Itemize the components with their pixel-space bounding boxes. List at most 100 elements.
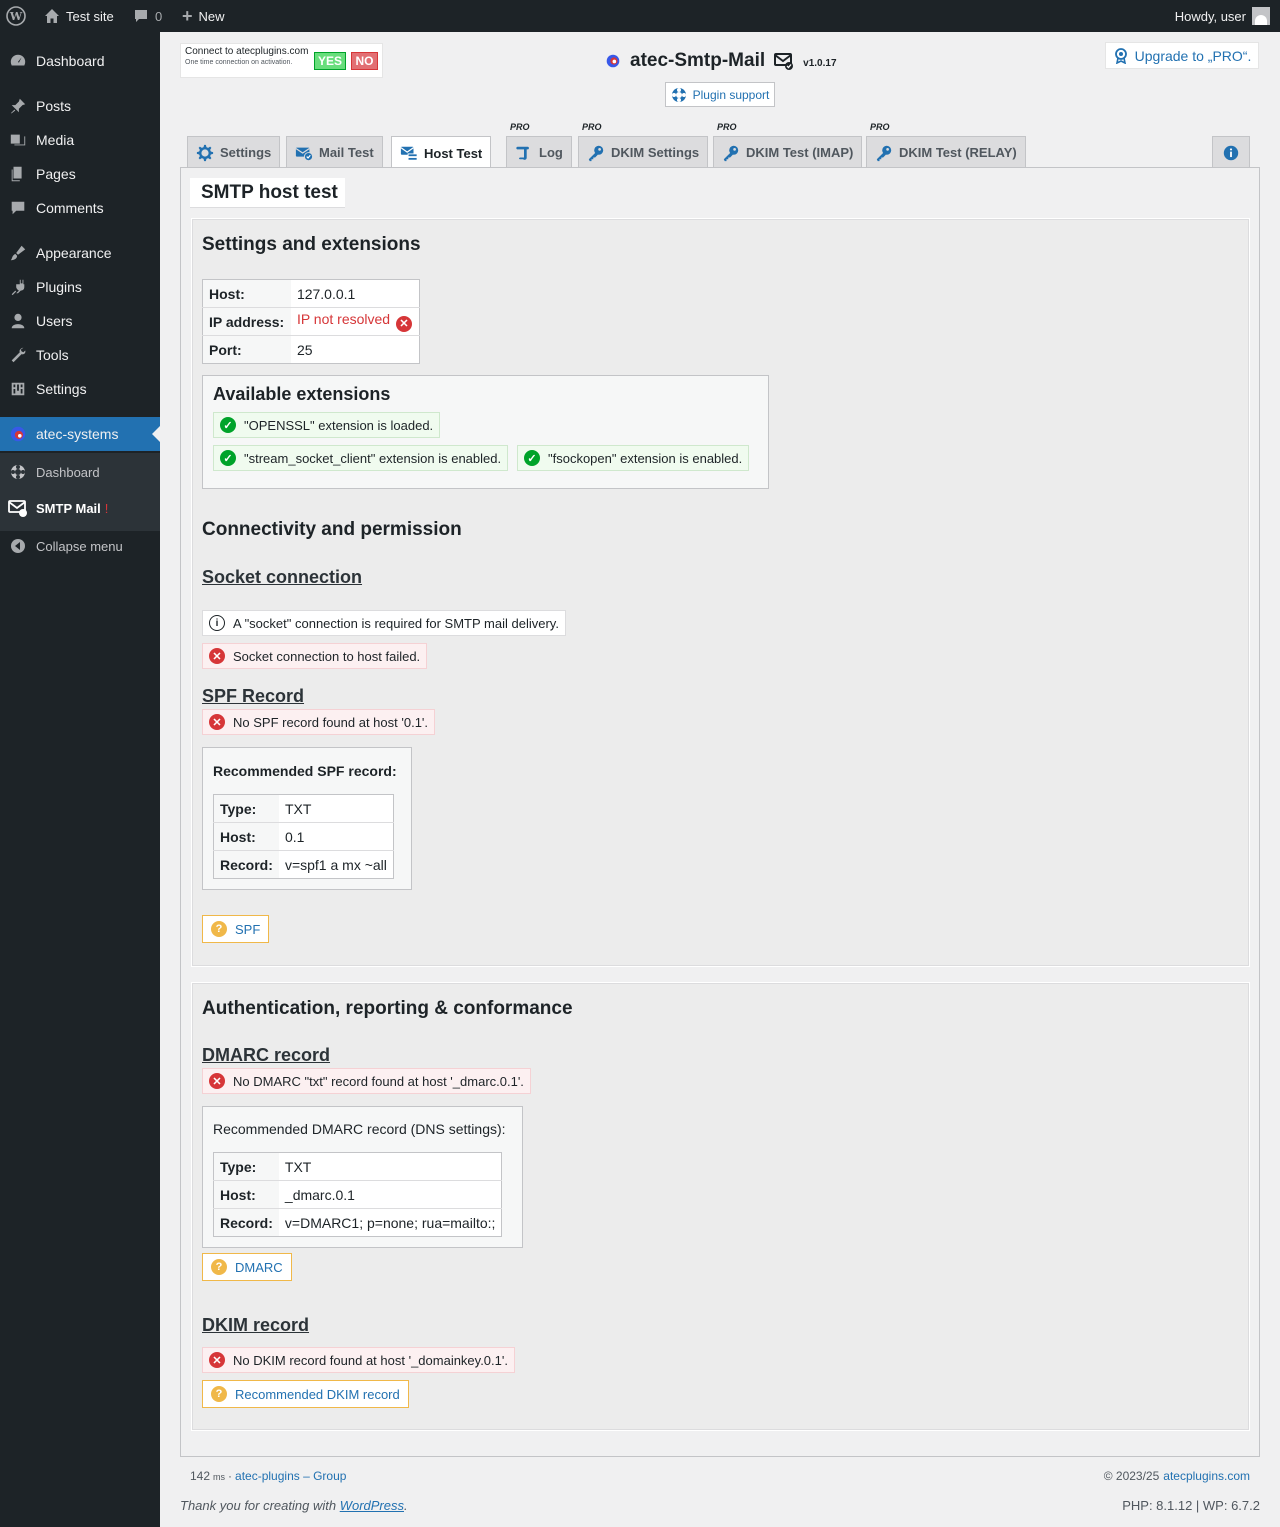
howdy-text: Howdy, user [1174,8,1246,24]
type-value: TXT [284,800,312,817]
wrench-icon [0,346,36,364]
host-value: _dmarc.0.1 [278,1180,502,1209]
dmarc-recommended-heading: Recommended DMARC record (DNS settings): [213,1121,506,1137]
sidebar-item-label: Pages [36,166,76,182]
admin-bar: W Test site 0 + New Howdy, user [0,0,1280,32]
tab-mail-test[interactable]: Mail Test [286,136,383,168]
site-name-link[interactable]: Test site [44,0,114,32]
sidebar-item-comments[interactable]: Comments [0,191,160,225]
extension-status: ✓ "fsockopen" extension is enabled. [517,445,750,471]
tab-info[interactable] [1212,136,1250,168]
socket-info: i A "socket" connection is required for … [202,610,566,636]
tab-label: DKIM Test (IMAP) [746,145,854,160]
dkim-help-link[interactable]: ? Recommended DKIM record [202,1380,409,1408]
users-icon [0,312,36,330]
spf-recommended-heading: Recommended SPF record: [213,763,397,779]
dmarc-help-link[interactable]: ? DMARC [202,1253,292,1281]
atecplugins-link[interactable]: atecplugins.com [1163,1469,1250,1483]
tab-label: Settings [220,145,272,160]
spf-help-link[interactable]: ? SPF [202,915,270,943]
sidebar-item-settings[interactable]: Settings [0,372,160,406]
dkim-help-label[interactable]: Recommended DKIM record [235,1387,400,1402]
sidebar-item-tools[interactable]: Tools [0,338,160,372]
plugin-support-label: Plugin support [692,87,770,102]
settings-heading: Settings and extensions [202,234,421,255]
sidebar-item-appearance[interactable]: Appearance [0,236,160,270]
comments-count: 0 [155,8,163,24]
tab-label: DKIM Settings [611,145,700,160]
sidebar-item-posts[interactable]: Posts [0,89,160,123]
period: . [404,1498,408,1513]
connect-title: Connect to atecplugins.com [185,46,309,57]
sidebar-item-label: Settings [36,381,87,397]
spf-help-label[interactable]: SPF [235,922,260,937]
wordpress-logo-icon[interactable]: W [6,0,26,32]
pro-badge: PRO [717,122,737,132]
mail-check-icon [295,147,313,161]
host-settings-table: Host: 127.0.0.1 IP address: IP not resolve… [202,279,420,364]
tab-settings[interactable]: Settings [187,136,281,168]
port-value: 25 [290,335,420,364]
record-value: v=spf1 a mx ~all [278,850,394,879]
mail-check-icon [774,53,794,70]
collapse-menu-button[interactable]: Collapse menu [0,533,160,559]
my-account-link[interactable]: Howdy, user [1175,0,1270,32]
connect-box: Connect to atecplugins.com One time conn… [180,43,383,78]
spf-error-text: No SPF record found at host '0.1'. [233,714,429,730]
comment-bubble-icon [135,10,147,22]
socket-heading: Socket connection [202,567,363,587]
group-link[interactable]: atec-plugins – Group [235,1469,346,1483]
host-value: 127.0.0.1 [296,285,356,302]
dmarc-heading: DMARC record [202,1045,331,1065]
gear-icon [196,144,214,161]
support-wheel-icon [671,87,686,102]
tab-label: DKIM Test (RELAY) [899,145,1017,160]
thanks-text: Thank you for creating with [180,1498,337,1513]
plugin-version: v1.0.17 [803,58,837,69]
tab-dkim-settings[interactable]: DKIM Settings [578,136,709,168]
connect-no-button[interactable]: NO [351,52,378,70]
sidebar-item-pages[interactable]: Pages [0,157,160,191]
warning-marker: ! [104,500,109,516]
sidebar-item-label: Appearance [36,245,112,261]
help-icon: ? [211,1259,227,1275]
sidebar-item-atec-systems[interactable]: atec-systems [0,417,160,451]
tab-label: Mail Test [319,145,374,160]
spf-record-table: Type: TXT Host: 0.1 Record: v=spf1 a mx ~al… [213,794,394,879]
upgrade-pro-button[interactable]: Upgrade to „PRO“. [1105,42,1259,69]
new-content-link[interactable]: + New [182,0,225,32]
comments-link[interactable]: 0 [133,0,162,32]
socket-error: ✕ Socket connection to host failed. [202,643,428,669]
plugin-footer-right: © 2023/25 atecplugins.com [1104,1469,1250,1483]
extension-text: "OPENSSL" extension is loaded. [244,417,434,433]
ip-cell: IP not resolved ✕ [290,307,420,336]
submenu-item-smtp-mail[interactable]: SMTP Mail ! [0,495,160,521]
sidebar-item-dashboard[interactable]: Dashboard [0,44,160,78]
plugin-support-button[interactable]: Plugin support [665,82,775,107]
sidebar-item-plugins[interactable]: Plugins [0,270,160,304]
tab-host-test[interactable]: Host Test [391,136,492,169]
pro-badge: PRO [870,122,890,132]
submenu-item-dashboard[interactable]: Dashboard [0,459,160,485]
error-icon: ✕ [209,1352,225,1368]
copyright-text: © 2023/25 [1103,1469,1160,1483]
plugin-footer-left: 142 ms · atec-plugins – Group [190,1469,346,1483]
host-value: 0.1 [278,822,394,851]
tab-label: Host Test [424,145,483,161]
ip-value: IP not resolved [296,311,391,328]
tab-log[interactable]: Log [506,136,572,168]
sidebar-item-users[interactable]: Users [0,304,160,338]
scroll-log-icon [516,146,529,160]
sidebar-item-label: Tools [36,347,69,363]
settings-icon [0,380,36,398]
tab-dkim-test-imap[interactable]: DKIM Test (IMAP) [713,136,863,168]
plug-icon [0,278,36,296]
plugin-title: atec-Smtp-Mail [630,50,766,71]
sidebar-item-media[interactable]: Media [0,123,160,157]
tab-dkim-test-relay[interactable]: DKIM Test (RELAY) [866,136,1026,168]
key-icon [876,145,892,161]
dmarc-help-label[interactable]: DMARC [235,1260,283,1275]
error-icon: ✕ [209,1073,225,1089]
connect-yes-button[interactable]: YES [314,52,346,70]
wordpress-link[interactable]: WordPress [340,1498,404,1513]
